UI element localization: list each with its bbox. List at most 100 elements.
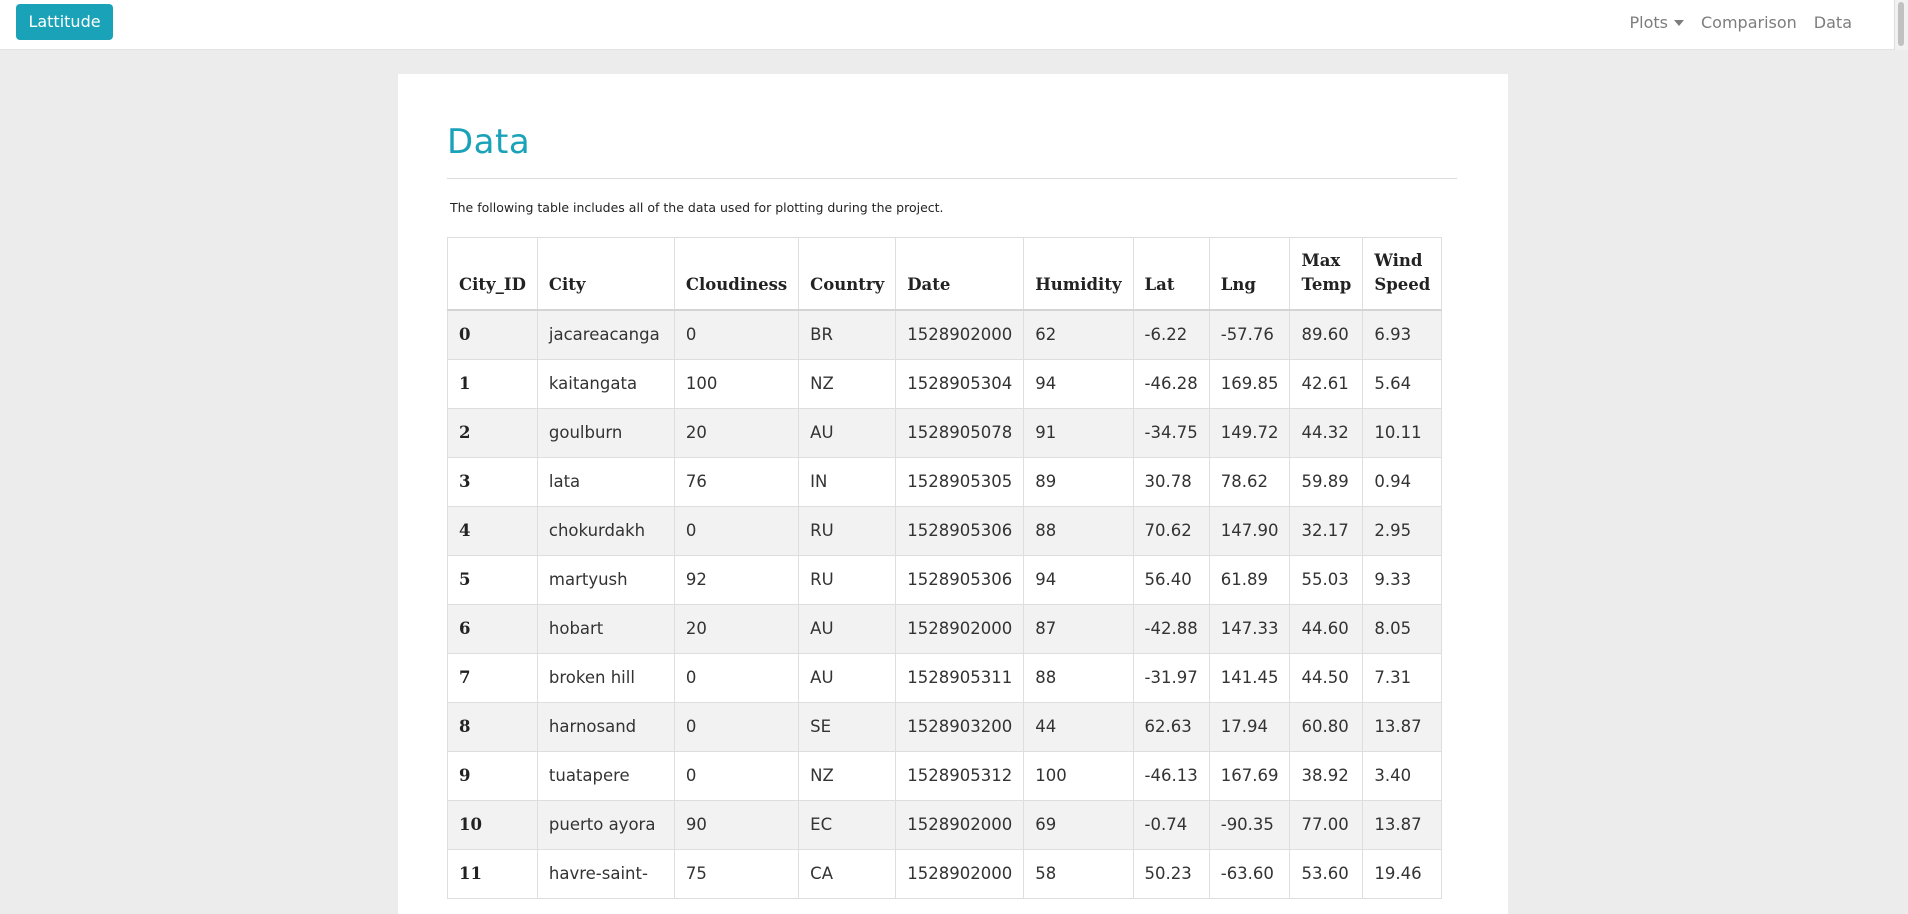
- table-cell: 91: [1023, 407, 1134, 458]
- row-index: 2: [447, 407, 538, 458]
- table-cell: jacareacanga: [536, 309, 675, 360]
- table-cell: 76: [673, 456, 800, 507]
- header-city: City: [536, 237, 675, 311]
- table-cell: 75: [673, 848, 800, 899]
- table-cell: 167.69: [1208, 750, 1291, 801]
- table-cell: 100: [1023, 750, 1134, 801]
- table-cell: 0: [673, 701, 800, 752]
- table-cell: puerto ayora: [536, 799, 675, 850]
- table-cell: -6.22: [1132, 309, 1210, 360]
- header-cloudiness: Cloudiness: [673, 237, 800, 311]
- table-cell: 147.90: [1208, 505, 1291, 556]
- table-cell: 88: [1023, 505, 1134, 556]
- table-cell: 141.45: [1208, 652, 1291, 703]
- table-cell: tuatapere: [536, 750, 675, 801]
- caret-down-icon: [1674, 20, 1684, 26]
- table-cell: 0: [673, 309, 800, 360]
- scrollbar[interactable]: [1894, 0, 1908, 50]
- page-description: The following table includes all of the …: [450, 200, 944, 215]
- table-cell: 61.89: [1208, 554, 1291, 605]
- table-cell: 1528903200: [895, 701, 1025, 752]
- row-index: 3: [447, 456, 538, 507]
- table-cell: NZ: [798, 750, 897, 801]
- table-cell: harnosand: [536, 701, 675, 752]
- navbar: Lattitude Plots Comparison Data: [0, 0, 1908, 50]
- table-cell: 55.03: [1289, 554, 1364, 605]
- table-row: 4 chokurdakh 0 RU 1528905306 88 70.62 147.90 32.…: [447, 505, 1443, 556]
- table-row: 8 harnosand 0 SE 1528903200 44 62.63 17.94 60.80…: [447, 701, 1443, 752]
- table-cell: 53.60: [1289, 848, 1364, 899]
- table-cell: 1528905311: [895, 652, 1025, 703]
- table-cell: 3.40: [1362, 750, 1443, 801]
- nav-plots-dropdown[interactable]: Plots: [1629, 12, 1684, 32]
- table-row: 0 jacareacanga 0 BR 1528902000 62 -6.22 -57.76 8…: [447, 309, 1443, 360]
- table-cell: 30.78: [1132, 456, 1210, 507]
- header-lng: Lng: [1208, 237, 1291, 311]
- table-cell: 1528905312: [895, 750, 1025, 801]
- table-cell: havre-saint-: [536, 848, 675, 899]
- table-cell: hobart: [536, 603, 675, 654]
- table-cell: 1528902000: [895, 603, 1025, 654]
- header-city-id: City_ID: [447, 237, 538, 311]
- table-cell: 60.80: [1289, 701, 1364, 752]
- header-max-temp: Max Temp: [1289, 237, 1364, 311]
- table-cell: -63.60: [1208, 848, 1291, 899]
- table-cell: 32.17: [1289, 505, 1364, 556]
- table-row: 1 kaitangata 100 NZ 1528905304 94 -46.28 169.85…: [447, 358, 1443, 409]
- scrollbar-thumb[interactable]: [1898, 2, 1904, 46]
- table-cell: 1528905304: [895, 358, 1025, 409]
- nav-links: Plots Comparison Data: [1613, 0, 1853, 44]
- table-cell: -31.97: [1132, 652, 1210, 703]
- table-cell: 9.33: [1362, 554, 1443, 605]
- table-cell: 1528905078: [895, 407, 1025, 458]
- table-cell: RU: [798, 554, 897, 605]
- table-header-row: City_ID City Cloudiness Country Date Hum…: [447, 237, 1443, 311]
- table-cell: 44.50: [1289, 652, 1364, 703]
- nav-comparison-link[interactable]: Comparison: [1701, 13, 1797, 32]
- nav-plots-label: Plots: [1629, 12, 1669, 32]
- table-cell: 78.62: [1208, 456, 1291, 507]
- table-cell: AU: [798, 652, 897, 703]
- table-cell: 94: [1023, 554, 1134, 605]
- header-wind-speed: Wind Speed: [1362, 237, 1443, 311]
- table-cell: 69: [1023, 799, 1134, 850]
- table-cell: 1528905306: [895, 554, 1025, 605]
- table-cell: 44.60: [1289, 603, 1364, 654]
- brand-button[interactable]: Lattitude: [16, 4, 113, 40]
- table-cell: 50.23: [1132, 848, 1210, 899]
- table-cell: 17.94: [1208, 701, 1291, 752]
- table-cell: 19.46: [1362, 848, 1443, 899]
- table-cell: EC: [798, 799, 897, 850]
- row-index: 11: [447, 848, 538, 899]
- table-cell: 62: [1023, 309, 1134, 360]
- divider: [447, 178, 1457, 179]
- table-cell: 88: [1023, 652, 1134, 703]
- table-cell: SE: [798, 701, 897, 752]
- table-row: 7 broken hill 0 AU 1528905311 88 -31.97 141.45 4…: [447, 652, 1443, 703]
- table-cell: 90: [673, 799, 800, 850]
- table-cell: 13.87: [1362, 799, 1443, 850]
- table-cell: AU: [798, 407, 897, 458]
- table-cell: 44.32: [1289, 407, 1364, 458]
- table-row: 9 tuatapere 0 NZ 1528905312 100 -46.13 167.69 38…: [447, 750, 1443, 801]
- table-cell: BR: [798, 309, 897, 360]
- table-cell: -46.13: [1132, 750, 1210, 801]
- nav-data-link[interactable]: Data: [1814, 13, 1852, 32]
- table-cell: 0: [673, 652, 800, 703]
- table-cell: 20: [673, 603, 800, 654]
- content-card: Data The following table includes all of…: [398, 74, 1508, 914]
- table-cell: 70.62: [1132, 505, 1210, 556]
- table-cell: chokurdakh: [536, 505, 675, 556]
- table-cell: AU: [798, 603, 897, 654]
- table-cell: -57.76: [1208, 309, 1291, 360]
- table-cell: 100: [673, 358, 800, 409]
- table-cell: lata: [536, 456, 675, 507]
- table-cell: 6.93: [1362, 309, 1443, 360]
- table-cell: -0.74: [1132, 799, 1210, 850]
- table-row: 6 hobart 20 AU 1528902000 87 -42.88 147.33 44.60…: [447, 603, 1443, 654]
- table-cell: -34.75: [1132, 407, 1210, 458]
- table-cell: 5.64: [1362, 358, 1443, 409]
- header-lat: Lat: [1132, 237, 1210, 311]
- row-index: 6: [447, 603, 538, 654]
- table-cell: goulburn: [536, 407, 675, 458]
